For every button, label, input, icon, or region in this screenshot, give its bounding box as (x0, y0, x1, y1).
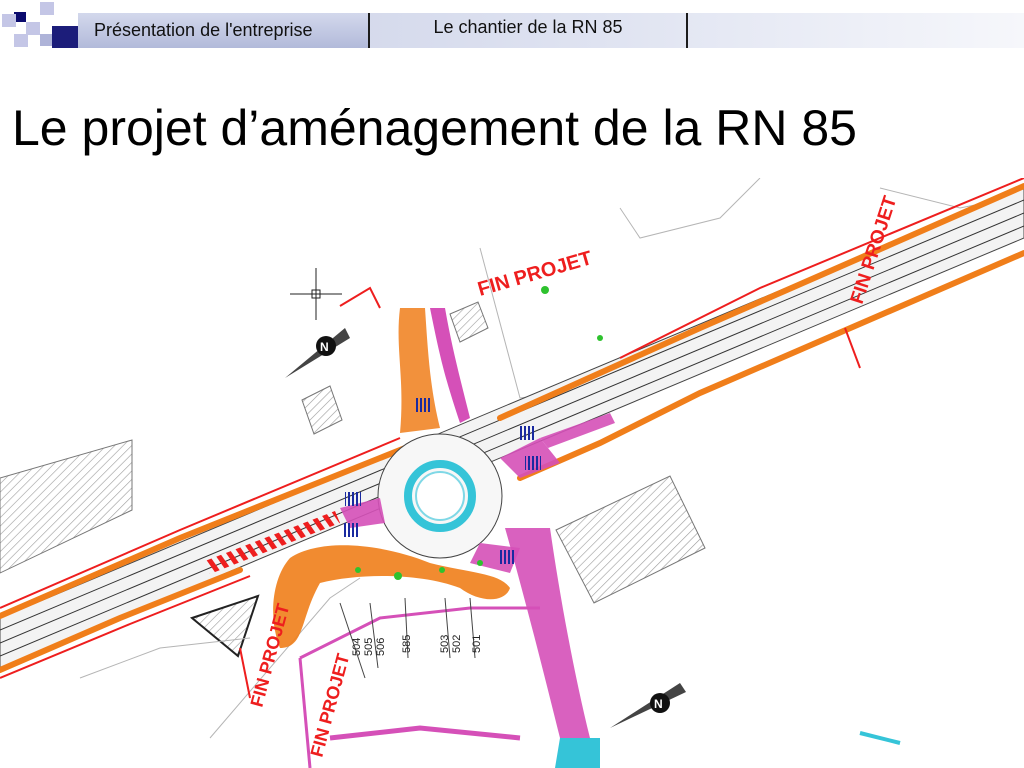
tab-presentation[interactable]: Présentation de l'entreprise (78, 13, 370, 48)
slide-title: Le projet d’aménagement de la RN 85 (12, 100, 857, 156)
tab-chantier-rn85[interactable]: Le chantier de la RN 85 (370, 13, 688, 48)
north-branch (398, 308, 440, 433)
tab-presentation-label: Présentation de l'entreprise (94, 20, 313, 40)
logo-squares-icon (2, 2, 78, 48)
fin-projet-bottom-label: FIN PROJET (307, 651, 354, 759)
lower-road-edge (299, 606, 540, 660)
road-plan-drawing: 504 505 506 503 502 501 585 N N FIN PROJ… (0, 178, 1024, 768)
tab-chantier-label: Le chantier de la RN 85 (433, 17, 623, 37)
profile-numbers: 504 505 506 503 502 501 585 (351, 635, 483, 656)
building-hatch-right (555, 475, 706, 604)
crosshair-icon (290, 268, 342, 320)
fin-projet-top-label: FIN PROJET (475, 247, 594, 301)
profile-number: 506 (375, 638, 387, 656)
profile-number: 501 (471, 635, 483, 653)
building-triangle (189, 594, 260, 658)
profile-number: 502 (451, 635, 463, 653)
building-hatch-small (301, 385, 343, 435)
section-tab-bar: Présentation de l'entreprise Le chantier… (78, 13, 1024, 48)
roundabout (377, 433, 503, 559)
profile-number: 505 (363, 638, 375, 656)
north-arrow-icon: N (285, 328, 350, 378)
profile-number: 503 (439, 635, 451, 653)
profile-number: 504 (351, 638, 363, 656)
building-hatch-left (0, 439, 133, 574)
svg-text:N: N (320, 340, 329, 354)
profile-number: 585 (401, 635, 413, 653)
fin-projet-left-label: FIN PROJET (247, 601, 294, 709)
svg-text:N: N (654, 697, 663, 711)
building-hatch-top (449, 301, 489, 343)
north-arrow-icon: N (610, 683, 686, 728)
